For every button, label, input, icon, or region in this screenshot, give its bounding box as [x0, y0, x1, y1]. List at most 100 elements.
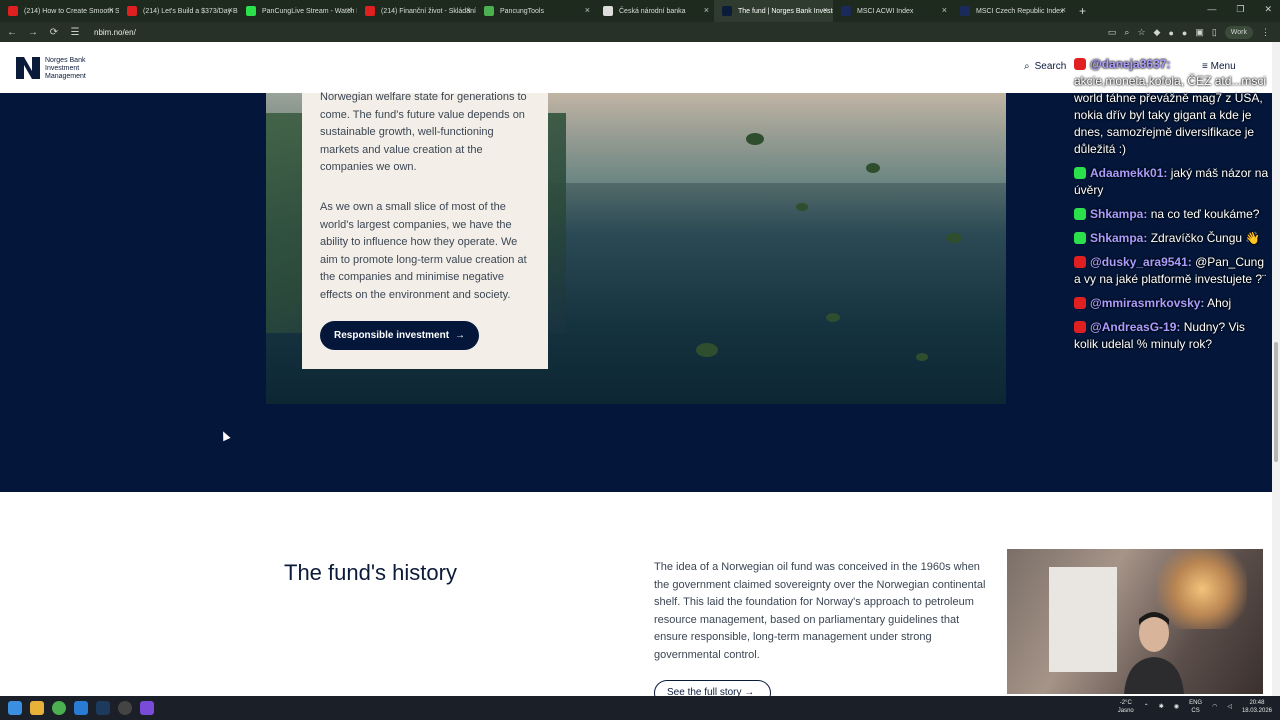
reload-icon[interactable]: ⟳ [45, 27, 63, 38]
bookmark-star-icon[interactable]: ☆ [1137, 27, 1145, 38]
browser-menu-icon[interactable]: ⋮ [1261, 27, 1270, 38]
tab-title: MSCI ACWI Index [857, 7, 914, 15]
tab-title: The fund | Norges Bank Investm [738, 7, 833, 15]
tab-favicon-icon [722, 6, 732, 16]
responsible-investment-button[interactable]: Responsible investment → [320, 321, 480, 350]
url-field[interactable]: nbim.no/en/ [94, 28, 136, 37]
steam-tray-icon[interactable]: ◉ [1174, 703, 1179, 711]
streamer-avatar [1124, 612, 1184, 694]
address-bar: ← → ⟳ ☰ nbim.no/en/ ▭ ⌕ ☆ ◆ ● ● ▣ ▯ Work… [0, 22, 1280, 42]
kick-icon [1074, 167, 1086, 179]
tree-shape [696, 343, 718, 357]
split-icon[interactable]: ▯ [1212, 27, 1217, 38]
logo-line: Investment [45, 65, 80, 72]
windows-start-icon[interactable] [8, 701, 22, 715]
clock-time: 20:48 [1249, 700, 1265, 706]
logo-line: Norges Bank [45, 57, 86, 64]
tray-icon[interactable]: ⌃ [1144, 703, 1149, 711]
logo-text[interactable]: Norges Bank Investment Management [45, 57, 86, 81]
chat-message: @mmirasmrkovsky: Ahoj [1074, 295, 1272, 312]
steam-icon[interactable] [96, 701, 110, 715]
youtube-icon [1074, 321, 1086, 333]
close-tab-icon[interactable]: × [1061, 5, 1066, 15]
browser-tab[interactable]: (214) Finanční život - Skládání × [357, 0, 476, 22]
cast-icon[interactable]: ▭ [1108, 27, 1117, 38]
file-explorer-icon[interactable] [30, 701, 44, 715]
nbim-logo-icon[interactable] [16, 57, 40, 79]
card-paragraph: Norwegian welfare state for generations … [320, 91, 527, 174]
browser-tab[interactable]: The fund | Norges Bank Investm × [714, 0, 833, 22]
weather-temp: -2°C [1119, 700, 1132, 706]
arrow-right-icon: → [455, 330, 466, 341]
app-icon[interactable] [140, 701, 154, 715]
browser-tab[interactable]: Česká národní banka × [595, 0, 714, 22]
search-button[interactable]: ⌕ Search [1024, 61, 1066, 72]
extensions-puzzle-icon[interactable]: ▣ [1195, 27, 1204, 38]
close-tab-icon[interactable]: × [347, 5, 352, 15]
lang-top: ENG [1189, 700, 1203, 706]
browser-tab[interactable]: PancungTools × [476, 0, 595, 22]
close-tab-icon[interactable]: × [466, 5, 471, 15]
chat-username: @dusky_ara9541: [1090, 255, 1192, 269]
chat-message: Shkampa: na co teď koukáme? [1074, 206, 1272, 223]
browser-tab[interactable]: MSCI Czech Republic Index × [952, 0, 1071, 22]
youtube-icon [1074, 58, 1086, 70]
tree-shape [946, 233, 962, 243]
zoom-icon[interactable]: ⌕ [1124, 27, 1129, 38]
tab-favicon-icon [841, 6, 851, 16]
volume-icon[interactable]: ◁ [1227, 703, 1232, 711]
weather-widget[interactable]: -2°C Jasno [1118, 699, 1134, 715]
page-scrollbar[interactable] [1272, 42, 1280, 696]
tab-title: (214) How to Create Smooth St [24, 7, 119, 15]
bluetooth-icon[interactable]: ✱ [1159, 703, 1164, 711]
chat-message: Adaamekk01: jaký máš názor na úvěry [1074, 165, 1272, 199]
tree-shape [916, 353, 928, 361]
extension-icon[interactable]: ● [1182, 28, 1187, 38]
new-tab-button[interactable]: + [1079, 4, 1086, 18]
profile-button[interactable]: Work [1224, 26, 1253, 39]
minimize-icon[interactable]: — [1207, 4, 1216, 15]
chat-username: Shkampa: [1090, 231, 1148, 245]
back-icon[interactable]: ← [3, 27, 21, 38]
restore-icon[interactable]: ❐ [1236, 4, 1244, 15]
close-tab-icon[interactable]: × [823, 5, 828, 15]
clock[interactable]: 20:48 18.03.2026 [1242, 699, 1272, 715]
chat-message: @AndreasG-19: Nudny? Vis kolik udelal % … [1074, 319, 1272, 353]
chat-username: Adaamekk01: [1090, 166, 1168, 180]
chat-text: Ahoj [1207, 296, 1232, 310]
tab-title: PancungTools [500, 7, 544, 15]
responsible-investment-card: Norwegian welfare state for generations … [302, 91, 548, 369]
browser-tab[interactable]: (214) Let's Build a $373/Day Bu × [119, 0, 238, 22]
close-window-icon[interactable]: ✕ [1264, 4, 1272, 15]
browser-tab[interactable]: PanCungLive Stream - Watch Li × [238, 0, 357, 22]
weather-desc: Jasno [1117, 708, 1134, 714]
site-info-icon[interactable]: ☰ [66, 27, 84, 38]
language-indicator[interactable]: ENG CS [1189, 699, 1202, 715]
tab-title: MSCI Czech Republic Index [976, 7, 1064, 15]
clock-date: 18.03.2026 [1241, 708, 1272, 714]
extension-icon[interactable]: ◆ [1154, 27, 1161, 38]
close-tab-icon[interactable]: × [109, 5, 114, 15]
button-label: Responsible investment [334, 330, 450, 341]
obs-icon[interactable] [118, 701, 132, 715]
tab-favicon-icon [484, 6, 494, 16]
tab-title: (214) Finanční život - Skládání [381, 7, 476, 15]
chrome-icon[interactable] [52, 701, 66, 715]
browser-tab[interactable]: MSCI ACWI Index × [833, 0, 952, 22]
scrollbar-thumb[interactable] [1274, 342, 1278, 462]
close-tab-icon[interactable]: × [228, 5, 233, 15]
close-tab-icon[interactable]: × [704, 5, 709, 15]
windows-taskbar: -2°C Jasno ⌃ ✱ ◉ ENG CS ◠ ◁ 20:48 18.03.… [0, 696, 1280, 720]
chat-text: Zdravíčko Čungu 👋 [1150, 231, 1261, 245]
photos-icon[interactable] [74, 701, 88, 715]
search-label: Search [1034, 61, 1067, 72]
close-tab-icon[interactable]: × [942, 5, 947, 15]
forward-icon[interactable]: → [24, 27, 42, 38]
close-tab-icon[interactable]: × [585, 5, 590, 15]
chat-username: @daneja3637: [1090, 57, 1171, 71]
tree-shape [796, 203, 808, 211]
tab-favicon-icon [8, 6, 18, 16]
wifi-icon[interactable]: ◠ [1212, 703, 1217, 711]
browser-tab[interactable]: (214) How to Create Smooth St × [0, 0, 119, 22]
extension-icon[interactable]: ● [1168, 28, 1173, 38]
